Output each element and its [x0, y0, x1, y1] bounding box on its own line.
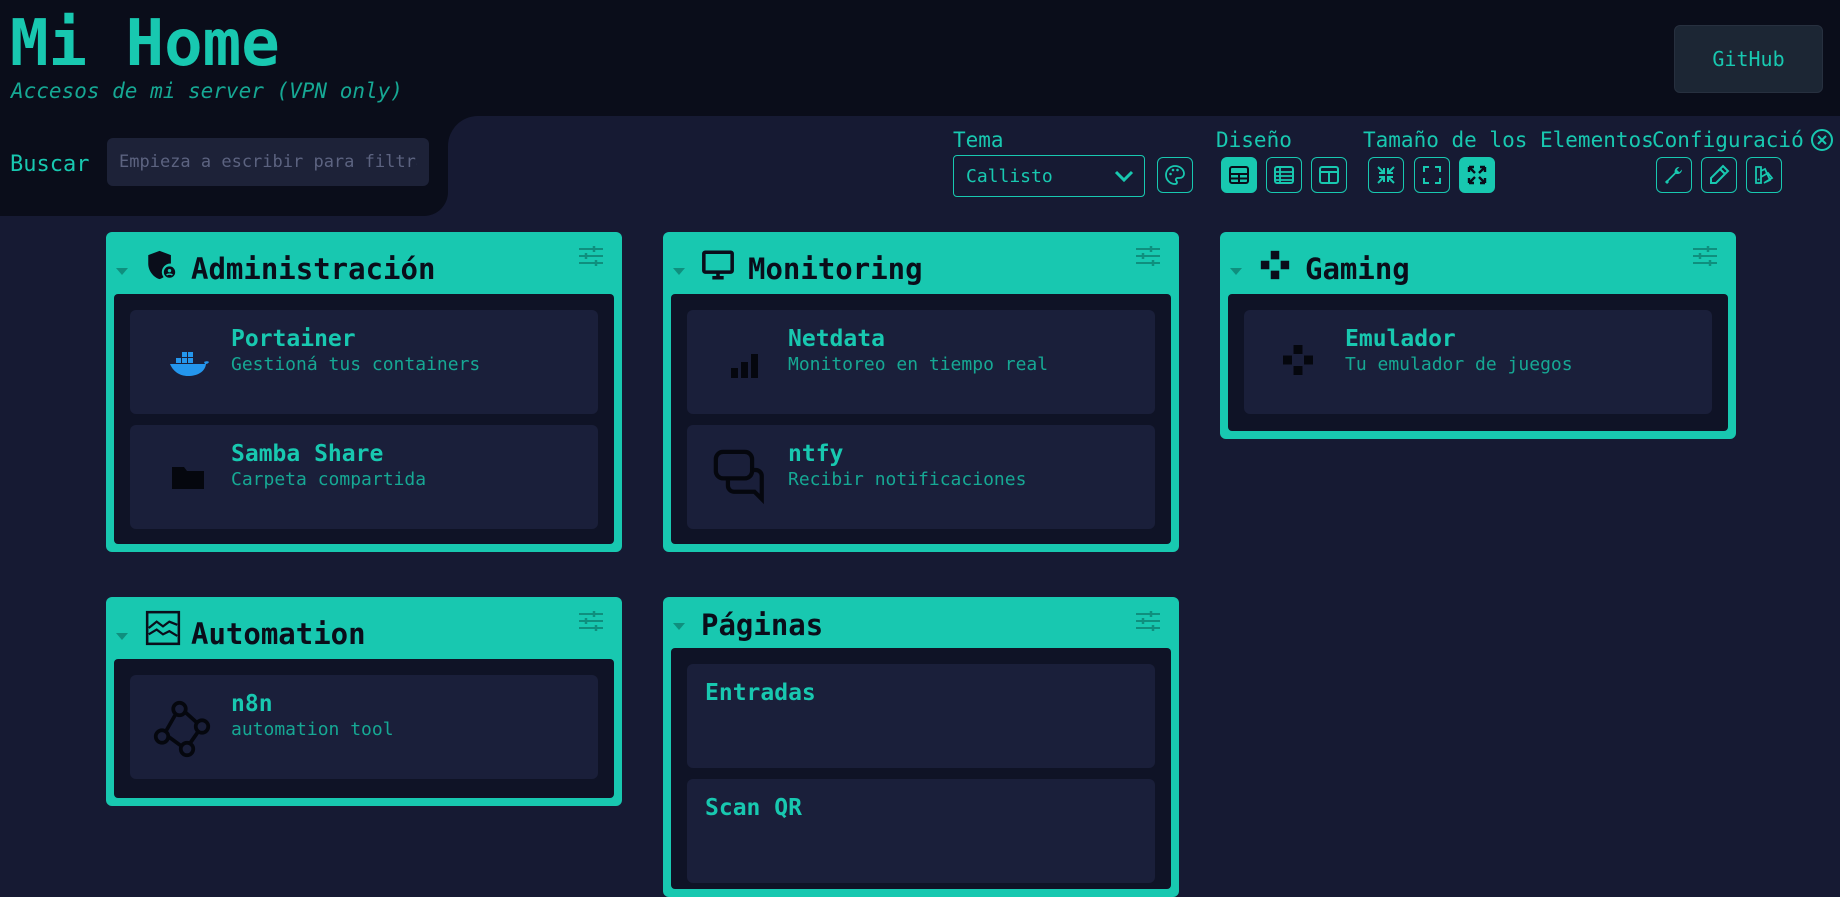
shield-user-icon — [148, 250, 176, 280]
search-bar: Buscar — [0, 116, 478, 216]
gamepad-icon — [1283, 345, 1313, 375]
gamepad-icon — [1260, 250, 1290, 280]
close-icon[interactable] — [1810, 128, 1834, 152]
theme-label: Tema — [953, 128, 1004, 152]
item-title: ntfy — [788, 441, 844, 467]
github-button[interactable]: GitHub — [1674, 25, 1823, 93]
chat-bubbles-icon — [713, 449, 764, 505]
item-description: automation tool — [231, 719, 394, 740]
item-description: Recibir notificaciones — [788, 469, 1027, 490]
config-label: Configuración — [1652, 128, 1804, 152]
theme-palette-button[interactable] — [1157, 157, 1193, 193]
monitor-icon — [702, 250, 734, 280]
section-administracion: Administración Portainer Gestioná tus co… — [106, 232, 622, 552]
list-item-ntfy[interactable]: ntfy Recibir notificaciones — [687, 425, 1155, 529]
section-gaming: Gaming Emulador Tu emulador de juegos — [1220, 232, 1736, 439]
workflow-nodes-icon — [153, 700, 211, 758]
config-edit-button[interactable] — [1656, 157, 1692, 193]
section-body: Netdata Monitoreo en tiempo real ntfy Re… — [671, 294, 1171, 544]
theme-select[interactable]: Callisto — [953, 155, 1145, 197]
list-item-samba-share[interactable]: Samba Share Carpeta compartida — [130, 425, 598, 529]
section-header[interactable]: Monitoring — [663, 232, 1179, 288]
compress-icon — [1377, 166, 1395, 184]
chart-area-icon — [145, 610, 181, 646]
search-input[interactable] — [107, 138, 429, 186]
section-automation: Automation n8n automation tool — [106, 597, 622, 806]
collapse-arrow-icon[interactable] — [1230, 268, 1242, 275]
theme-select-value: Callisto — [966, 166, 1053, 187]
fullscreen-icon — [1423, 166, 1441, 184]
page-subtitle: Accesos de mi server (VPN only) — [11, 79, 403, 103]
list-layout-icon — [1274, 166, 1294, 184]
size-label: Tamaño de los Elementos — [1363, 128, 1654, 152]
section-title: Gaming — [1305, 252, 1410, 286]
item-title: Entradas — [705, 680, 816, 706]
layout-columns-button[interactable] — [1311, 157, 1347, 193]
item-description: Tu emulador de juegos — [1345, 354, 1573, 375]
list-item-emulador[interactable]: Emulador Tu emulador de juegos — [1244, 310, 1712, 414]
item-title: Portainer — [231, 326, 356, 352]
sliders-icon[interactable] — [1135, 609, 1161, 633]
chevron-down-icon — [1114, 170, 1134, 183]
grid-layout-icon — [1229, 166, 1249, 184]
item-title: n8n — [231, 691, 273, 717]
wrench-icon — [1664, 166, 1682, 185]
collapse-arrow-icon[interactable] — [673, 623, 685, 630]
section-monitoring: Monitoring Netdata Monitoreo en tiempo r… — [663, 232, 1179, 552]
item-title: Scan QR — [705, 795, 802, 821]
section-title: Administración — [191, 252, 436, 286]
layout-auto-button[interactable] — [1221, 157, 1257, 193]
color-swatch-icon — [1755, 166, 1774, 184]
page-header: Mi Home Accesos de mi server (VPN only) … — [0, 0, 1840, 116]
size-medium-button[interactable] — [1414, 157, 1450, 193]
config-theme-button[interactable] — [1746, 157, 1782, 193]
section-title: Automation — [191, 617, 366, 651]
list-item-scan-qr[interactable]: Scan QR — [687, 779, 1155, 883]
list-item-entradas[interactable]: Entradas — [687, 664, 1155, 768]
section-header[interactable]: Automation — [106, 597, 622, 653]
sliders-icon[interactable] — [1692, 244, 1718, 268]
size-large-button[interactable] — [1459, 157, 1495, 193]
list-item-portainer[interactable]: Portainer Gestioná tus containers — [130, 310, 598, 414]
signal-bars-icon — [731, 354, 758, 378]
section-title: Páginas — [701, 608, 824, 642]
list-item-n8n[interactable]: n8n automation tool — [130, 675, 598, 779]
page-title: Mi Home — [10, 7, 280, 81]
layout-rows-button[interactable] — [1266, 157, 1302, 193]
item-description: Carpeta compartida — [231, 469, 427, 490]
item-title: Emulador — [1345, 326, 1456, 352]
item-title: Netdata — [788, 326, 885, 352]
section-paginas: Páginas Entradas Scan QR — [663, 597, 1179, 897]
item-description: Gestioná tus containers — [231, 354, 481, 375]
item-title: Samba Share — [231, 441, 384, 467]
list-item-netdata[interactable]: Netdata Monitoreo en tiempo real — [687, 310, 1155, 414]
palette-icon — [1165, 165, 1185, 185]
folder-icon — [172, 467, 204, 489]
sliders-icon[interactable] — [578, 609, 604, 633]
collapse-arrow-icon[interactable] — [116, 633, 128, 640]
config-pencil-button[interactable] — [1701, 157, 1737, 193]
section-body: Entradas Scan QR — [671, 648, 1171, 889]
item-description: Monitoreo en tiempo real — [788, 354, 1049, 375]
section-body: Portainer Gestioná tus containers Samba … — [114, 294, 614, 544]
section-title: Monitoring — [748, 252, 923, 286]
collapse-arrow-icon[interactable] — [673, 268, 685, 275]
sliders-icon[interactable] — [1135, 244, 1161, 268]
columns-layout-icon — [1319, 166, 1339, 184]
size-small-button[interactable] — [1368, 157, 1404, 193]
pencil-icon — [1710, 164, 1730, 184]
collapse-arrow-icon[interactable] — [116, 268, 128, 275]
expand-icon — [1467, 165, 1487, 185]
sliders-icon[interactable] — [578, 244, 604, 268]
section-body: n8n automation tool — [114, 659, 614, 798]
section-body: Emulador Tu emulador de juegos — [1228, 294, 1728, 431]
section-header[interactable]: Gaming — [1220, 232, 1736, 288]
section-header[interactable]: Administración — [106, 232, 622, 288]
section-header[interactable]: Páginas — [663, 597, 1179, 653]
layout-label: Diseño — [1216, 128, 1292, 152]
search-label: Buscar — [10, 152, 90, 177]
docker-icon — [170, 352, 209, 376]
